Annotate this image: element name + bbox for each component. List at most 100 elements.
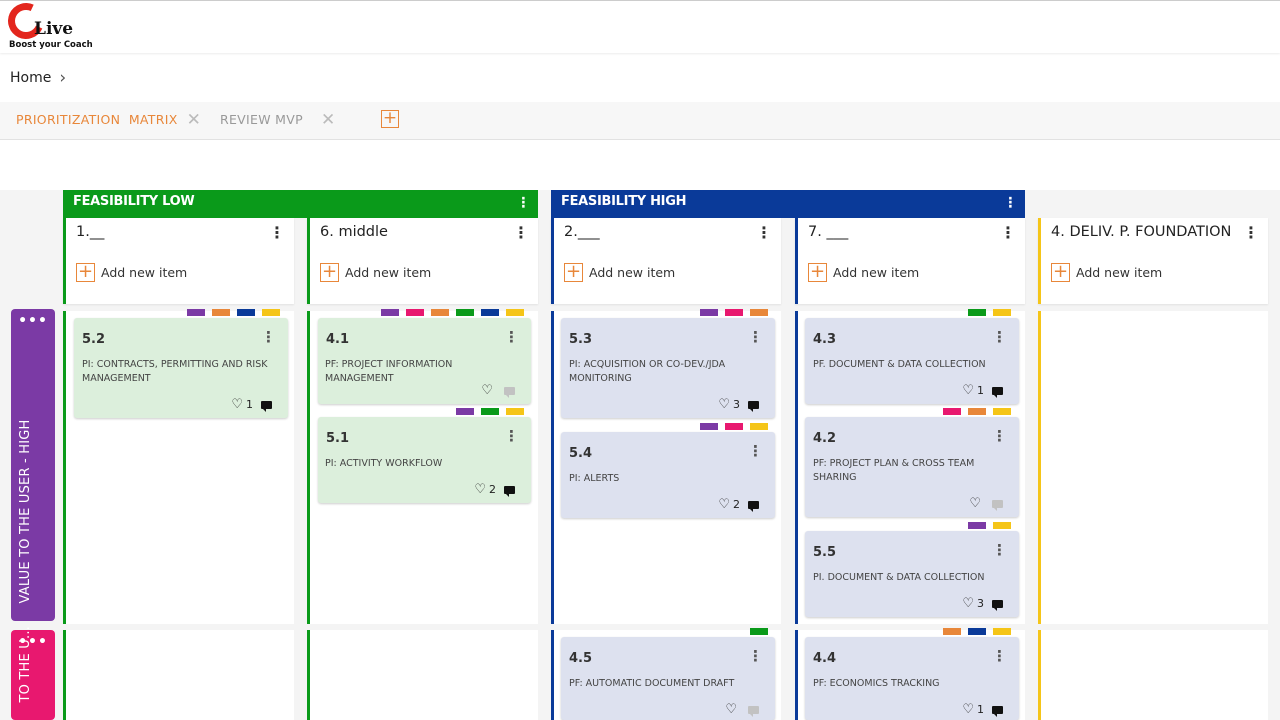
add-new-item-button[interactable]: + Add new item — [76, 263, 187, 282]
more-vert-icon[interactable]: ⋮ — [513, 223, 529, 242]
card-footer: ♡ 3 — [962, 596, 1003, 611]
tab-prioritization-matrix[interactable]: PRIORITIZATION MATRIX ✕ — [16, 111, 202, 128]
card-5-2[interactable]: 5.2 ⋮ PI: CONTRACTS, PERMITTING AND RISK… — [74, 318, 288, 418]
more-vert-icon[interactable]: ⋮ — [1003, 191, 1017, 215]
more-vert-icon[interactable]: ⋮ — [756, 223, 772, 242]
plus-icon: + — [564, 261, 583, 282]
plus-icon: + — [808, 261, 827, 282]
cell-lane — [63, 630, 294, 720]
heart-icon[interactable]: ♡ — [962, 383, 974, 398]
card-id: 5.5 — [813, 545, 837, 560]
more-vert-icon[interactable]: ⋮ — [516, 191, 530, 215]
column-header-6: 6. middle ⋮ + Add new item — [307, 218, 538, 304]
card-id: 5.1 — [326, 431, 350, 446]
add-new-item-button[interactable]: + Add new item — [808, 263, 919, 282]
card-4-1[interactable]: 4.1 ⋮ PF: PROJECT INFORMATION MANAGEMENT… — [318, 318, 531, 404]
more-horiz-icon[interactable]: ••• — [11, 313, 55, 329]
card-4-2[interactable]: 4.2 ⋮ PF: PROJECT PLAN & CROSS TEAM SHAR… — [805, 417, 1019, 517]
more-vert-icon[interactable]: ⋮ — [504, 427, 519, 445]
group-title: FEASIBILITY HIGH — [561, 194, 687, 209]
row-label-second[interactable]: ••• TO THE U... — [11, 626, 55, 720]
tag-purple — [187, 309, 205, 316]
more-vert-icon[interactable]: ⋮ — [1000, 223, 1016, 242]
card-footer: ♡ 3 — [718, 397, 759, 412]
tag-yellow — [750, 423, 768, 430]
heart-icon[interactable]: ♡ — [969, 496, 981, 511]
card-5-1[interactable]: 5.1 ⋮ PI: ACTIVITY WORKFLOW ♡ 2 — [318, 417, 531, 503]
card-description: PI: ACQUISITION OR CO-DEV./JDA MONITORIN… — [569, 359, 726, 384]
comment-icon[interactable] — [504, 386, 515, 398]
comment-icon[interactable] — [992, 599, 1003, 611]
card-description: PF: ECONOMICS TRACKING — [813, 678, 940, 689]
plus-icon: + — [320, 261, 339, 282]
column-header-7: 7. ___ ⋮ + Add new item — [795, 218, 1025, 304]
add-new-item-label: Add new item — [101, 265, 188, 280]
add-new-item-button[interactable]: + Add new item — [1051, 263, 1162, 282]
comment-icon[interactable] — [992, 499, 1003, 511]
heart-icon[interactable]: ♡ — [718, 397, 730, 412]
tag-yellow — [993, 408, 1011, 415]
breadcrumb-home[interactable]: Home — [10, 70, 51, 86]
breadcrumb: Home › — [10, 68, 66, 88]
more-vert-icon[interactable]: ⋮ — [269, 223, 285, 242]
column-header-4: 4. DELIV. P. FOUNDATION ⋮ + Add new item — [1038, 218, 1268, 304]
like-count: 1 — [977, 384, 984, 397]
add-new-item-button[interactable]: + Add new item — [564, 263, 675, 282]
comment-icon[interactable] — [992, 705, 1003, 717]
like-count: 1 — [977, 703, 984, 716]
more-vert-icon[interactable]: ⋮ — [992, 328, 1007, 346]
tag-yellow — [506, 309, 524, 316]
close-icon[interactable]: ✕ — [187, 111, 202, 128]
card-5-4[interactable]: 5.4 ⋮ PI: ALERTS ♡ 2 — [561, 432, 775, 518]
top-bar: Live Boost your Coach — [0, 0, 1280, 53]
clive-logo[interactable]: Live Boost your Coach — [2, 0, 98, 51]
card-footer: ♡ 1 — [231, 397, 272, 412]
card-4-5[interactable]: 4.5 ⋮ PF: AUTOMATIC DOCUMENT DRAFT ♡ — [561, 637, 775, 720]
comment-icon[interactable] — [748, 500, 759, 512]
more-vert-icon[interactable]: ⋮ — [992, 427, 1007, 445]
more-vert-icon[interactable]: ⋮ — [748, 647, 763, 665]
comment-icon[interactable] — [992, 386, 1003, 398]
column-header-2: 2.___ ⋮ + Add new item — [551, 218, 781, 304]
tag-navy — [481, 309, 499, 316]
card-description: PI: ACTIVITY WORKFLOW — [325, 458, 443, 469]
more-vert-icon[interactable]: ⋮ — [504, 328, 519, 346]
card-footer: ♡ 1 — [962, 702, 1003, 717]
heart-icon[interactable]: ♡ — [481, 383, 493, 398]
tag-orange — [943, 628, 961, 635]
card-4-4[interactable]: 4.4 ⋮ PF: ECONOMICS TRACKING ♡ 1 — [805, 637, 1019, 720]
card-description: PF. DOCUMENT & DATA COLLECTION — [813, 359, 986, 370]
tag-navy — [237, 309, 255, 316]
heart-icon[interactable]: ♡ — [725, 702, 737, 717]
add-new-item-label: Add new item — [345, 265, 432, 280]
plus-icon: + — [76, 261, 95, 282]
tag-purple — [381, 309, 399, 316]
heart-icon[interactable]: ♡ — [962, 596, 974, 611]
add-tab-button[interactable]: + — [381, 110, 399, 128]
more-vert-icon[interactable]: ⋮ — [1243, 223, 1259, 242]
add-new-item-button[interactable]: + Add new item — [320, 263, 431, 282]
comment-icon[interactable] — [504, 485, 515, 497]
tab-review-mvp[interactable]: REVIEW MVP ✕ — [220, 111, 336, 128]
close-icon[interactable]: ✕ — [321, 111, 336, 128]
more-vert-icon[interactable]: ⋮ — [261, 328, 276, 346]
card-footer: ♡ — [725, 702, 759, 717]
more-vert-icon[interactable]: ⋮ — [992, 647, 1007, 665]
card-5-3[interactable]: 5.3 ⋮ PI: ACQUISITION OR CO-DEV./JDA MON… — [561, 318, 775, 418]
card-4-3[interactable]: 4.3 ⋮ PF. DOCUMENT & DATA COLLECTION ♡ 1 — [805, 318, 1019, 404]
heart-icon[interactable]: ♡ — [962, 702, 974, 717]
logo-text: Live — [34, 19, 74, 39]
add-new-item-label: Add new item — [1076, 265, 1163, 280]
row-label-value-high[interactable]: ••• VALUE TO THE USER - HIGH — [11, 309, 55, 621]
tag-pink — [725, 423, 743, 430]
more-vert-icon[interactable]: ⋮ — [748, 442, 763, 460]
more-vert-icon[interactable]: ⋮ — [992, 541, 1007, 559]
heart-icon[interactable]: ♡ — [718, 497, 730, 512]
card-5-5[interactable]: 5.5 ⋮ PI. DOCUMENT & DATA COLLECTION ♡ 3 — [805, 531, 1019, 617]
comment-icon[interactable] — [748, 400, 759, 412]
comment-icon[interactable] — [748, 705, 759, 717]
more-vert-icon[interactable]: ⋮ — [748, 328, 763, 346]
heart-icon[interactable]: ♡ — [474, 482, 486, 497]
comment-icon[interactable] — [261, 400, 272, 412]
heart-icon[interactable]: ♡ — [231, 397, 243, 412]
